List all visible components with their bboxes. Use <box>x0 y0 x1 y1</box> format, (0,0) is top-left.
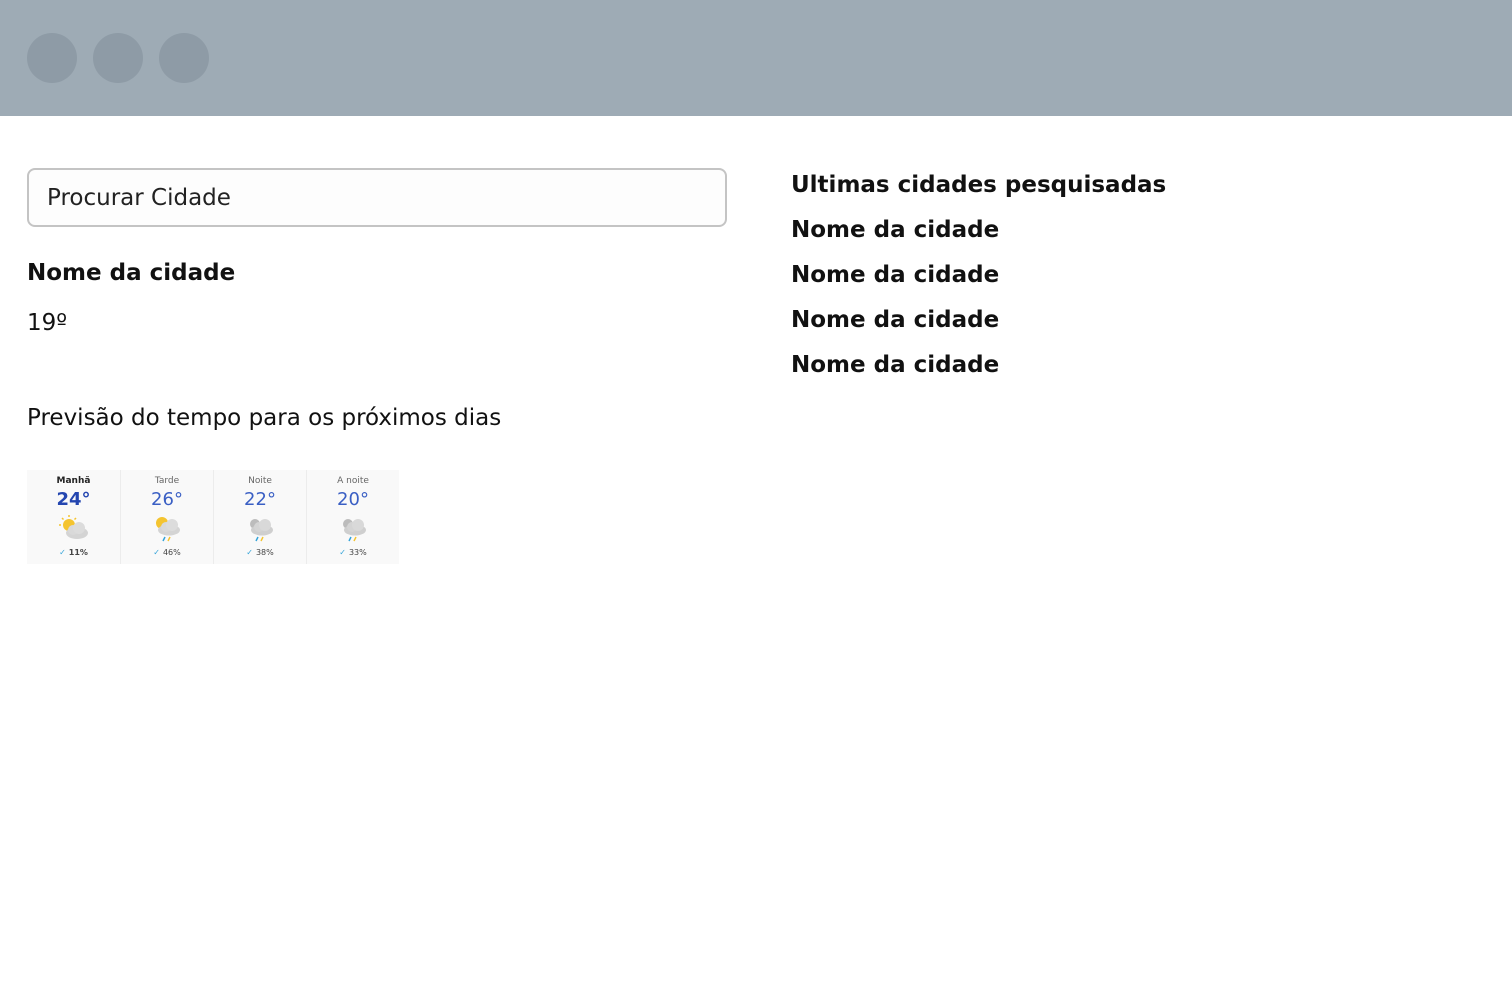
recent-city-item[interactable]: Nome da cidade <box>791 348 1166 393</box>
forecast-period: Manhã 24° ✓ 11% <box>27 470 120 564</box>
window-titlebar <box>0 0 1512 116</box>
forecast-rain-value: 11% <box>68 548 88 557</box>
forecast-period-temp: 22° <box>244 489 276 510</box>
recent-cities-title: Ultimas cidades pesquisadas <box>791 172 1167 198</box>
cloud-rain-icon <box>250 519 273 542</box>
recent-city-item[interactable]: Nome da cidade <box>791 213 1166 258</box>
rain-drop-icon: ✓ <box>339 548 346 557</box>
forecast-period-temp: 20° <box>337 489 369 510</box>
forecast-period-label: Tarde <box>154 476 180 486</box>
forecast-period: Noite 22° ✓ 38% <box>213 470 306 564</box>
forecast-period-label: Noite <box>248 476 272 486</box>
forecast-strip: Manhã 24° ✓ 11% Tarde 26° ✓ 46% Noite 22… <box>27 470 399 564</box>
forecast-rain-value: 38% <box>255 548 274 557</box>
forecast-rain-chance: ✓ 33% <box>307 548 399 557</box>
forecast-period-label: Manhã <box>56 476 91 486</box>
search-city-input[interactable] <box>27 168 727 227</box>
forecast-period-temp: 26° <box>151 489 183 510</box>
recent-city-item[interactable]: Nome da cidade <box>791 258 1166 303</box>
sun-cloud-rain-icon <box>156 517 180 542</box>
forecast-title: Previsão do tempo para os próximos dias <box>27 405 502 431</box>
current-temperature: 19º <box>27 310 68 336</box>
recent-city-item[interactable]: Nome da cidade <box>791 303 1166 348</box>
rain-drop-icon: ✓ <box>246 548 253 557</box>
forecast-rain-chance: ✓ 11% <box>27 548 120 557</box>
rain-drop-icon: ✓ <box>59 548 66 557</box>
rain-drop-icon: ✓ <box>153 548 160 557</box>
forecast-rain-chance: ✓ 46% <box>121 548 213 557</box>
forecast-period: Tarde 26° ✓ 46% <box>120 470 213 564</box>
forecast-period: A noite 20° ✓ 33% <box>306 470 399 564</box>
partly-sunny-icon <box>58 515 88 539</box>
forecast-period-label: A noite <box>337 476 369 486</box>
cloud-rain-icon <box>343 519 366 542</box>
window-maximize-dot[interactable] <box>159 33 209 83</box>
forecast-rain-value: 33% <box>348 548 367 557</box>
recent-cities-panel: Ultimas cidades pesquisadas Nome da cida… <box>791 168 1166 393</box>
forecast-rain-value: 46% <box>162 548 181 557</box>
window-minimize-dot[interactable] <box>93 33 143 83</box>
window-close-dot[interactable] <box>27 33 77 83</box>
current-city-name: Nome da cidade <box>27 260 236 286</box>
forecast-period-temp: 24° <box>56 489 91 510</box>
forecast-rain-chance: ✓ 38% <box>214 548 306 557</box>
